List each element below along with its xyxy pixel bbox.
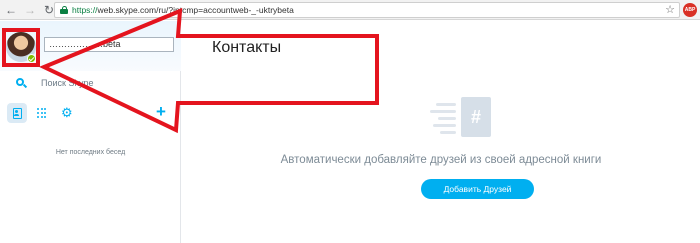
sidebar-tabs: ⚙ + (0, 103, 181, 125)
annotation-highlight-box (2, 28, 40, 67)
lock-icon (60, 6, 68, 14)
main-panel: Контакты # Автоматически добавляйте друз… (182, 21, 700, 243)
forward-icon[interactable]: → (22, 2, 38, 18)
tab-contacts[interactable] (7, 103, 27, 123)
star-icon[interactable]: ☆ (665, 3, 675, 17)
empty-recents-text: Нет последних бесед (55, 149, 126, 156)
search-icon (16, 78, 27, 89)
plus-icon[interactable]: + (156, 103, 166, 121)
empty-state-text: Автоматически добавляйте друзей из своей… (280, 154, 602, 166)
hash-icon: # (461, 97, 491, 137)
gear-icon[interactable]: ⚙ (61, 105, 73, 120)
adblock-extension-icon[interactable]: ABP (683, 3, 697, 17)
sidebar: ………………beta Поиск Skype ⚙ + Нет последних… (0, 21, 181, 243)
add-friends-button[interactable]: Добавить Друзей (421, 179, 534, 199)
search-bar[interactable]: Поиск Skype (0, 75, 181, 93)
url-scheme: https:// (72, 5, 98, 15)
dialpad-icon[interactable] (37, 108, 47, 118)
url-text: web.skype.com/ru/?intcmp=accountweb-_-uk… (97, 5, 294, 15)
search-placeholder: Поиск Skype (41, 78, 94, 88)
profile-name-field[interactable]: ………………beta (44, 37, 174, 52)
page-title: Контакты (212, 39, 282, 56)
contacts-illustration: # (430, 97, 494, 147)
address-bar[interactable]: https://web.skype.com/ru/?intcmp=account… (54, 2, 680, 18)
back-icon[interactable]: ← (3, 2, 19, 18)
contacts-icon (12, 107, 22, 119)
browser-toolbar: ← → ↻ https://web.skype.com/ru/?intcmp=a… (0, 0, 700, 20)
